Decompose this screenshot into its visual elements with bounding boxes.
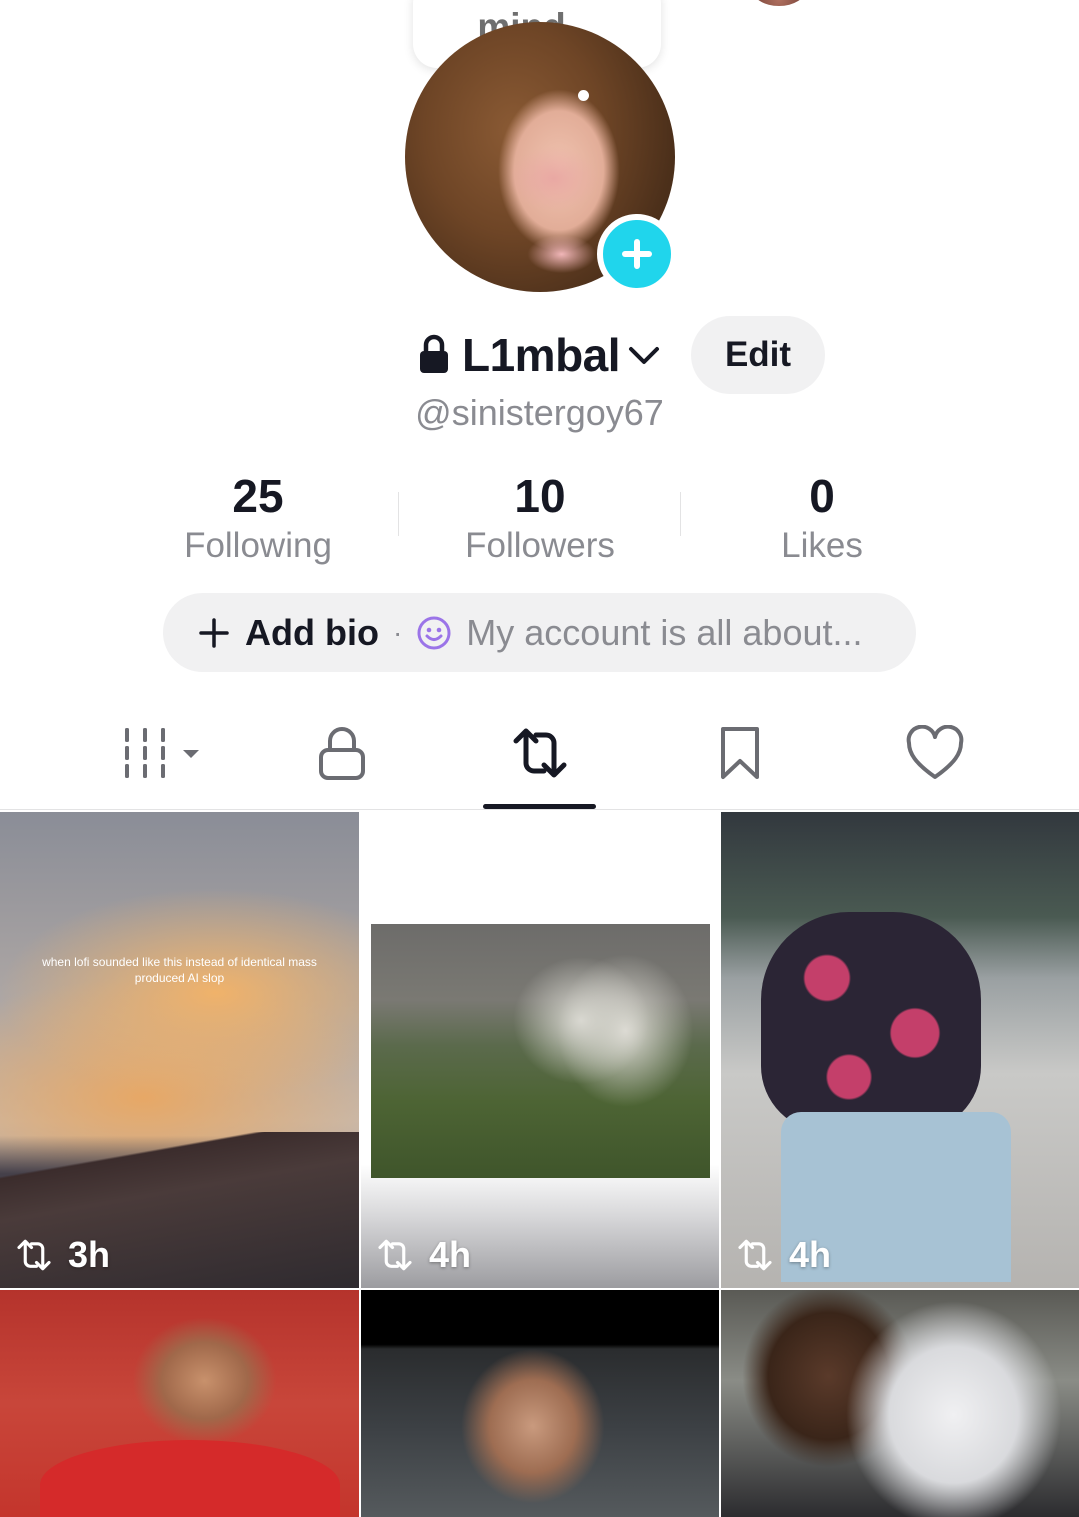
repost-meta: 3h: [14, 1234, 110, 1276]
repost-icon: [378, 1239, 412, 1271]
display-name: L1mbal: [462, 329, 621, 381]
tab-reposts[interactable]: [500, 722, 580, 784]
repost-icon: [738, 1239, 772, 1271]
tab-liked[interactable]: [895, 722, 975, 784]
repost-time: 4h: [429, 1234, 472, 1275]
add-bio-label: Add bio: [245, 611, 379, 653]
video-tile[interactable]: [0, 1290, 359, 1517]
followers-label: Followers: [465, 526, 615, 565]
video-tile[interactable]: when lofi sounded like this instead of i…: [0, 812, 359, 1288]
thumbnail-caption: when lofi sounded like this instead of i…: [42, 955, 317, 985]
video-tile[interactable]: 4h: [361, 812, 719, 1288]
repost-icon: [17, 1239, 51, 1271]
video-tile[interactable]: [361, 1290, 719, 1517]
stat-divider: [680, 492, 681, 536]
smiley-icon: [417, 616, 451, 649]
likes-count: 0: [809, 470, 835, 522]
video-tile[interactable]: [721, 1290, 1079, 1517]
add-bio-button[interactable]: Add bio · My account is all about...: [163, 593, 916, 672]
plus-icon: [199, 617, 229, 648]
add-story-icon[interactable]: [597, 214, 677, 294]
repost-meta: 4h: [735, 1234, 831, 1276]
note-tail-dot: [578, 90, 589, 101]
tab-private[interactable]: [300, 722, 384, 784]
repost-time: 4h: [789, 1234, 832, 1275]
profile-name-row[interactable]: L1mbal: [418, 326, 662, 384]
followers-count: 10: [514, 470, 566, 522]
lock-icon: [319, 727, 365, 780]
stat-followers[interactable]: 10 Followers: [420, 470, 660, 568]
stat-following[interactable]: 25 Following: [138, 470, 378, 568]
likes-label: Likes: [781, 526, 863, 565]
heart-icon: [906, 725, 964, 779]
tab-videos[interactable]: [100, 722, 210, 784]
repost-icon: [513, 728, 567, 778]
bio-placeholder: My account is all about...: [466, 611, 863, 653]
edit-profile-button[interactable]: Edit: [691, 316, 825, 394]
repost-meta: 4h: [375, 1234, 471, 1276]
top-avatar-fragment[interactable]: [752, 0, 806, 6]
grid-icon: [125, 728, 199, 778]
separator-dot: ·: [392, 616, 403, 648]
thumbnail-figure: [40, 1440, 340, 1517]
private-lock-icon: [420, 334, 448, 373]
thumbnail-figure: [761, 912, 981, 1132]
stat-likes[interactable]: 0 Likes: [702, 470, 942, 568]
following-count: 25: [232, 470, 284, 522]
user-handle: @sinistergoy67: [415, 392, 664, 433]
video-tile[interactable]: 4h: [721, 812, 1079, 1288]
thumbnail-frame: [371, 924, 710, 1178]
repost-time: 3h: [68, 1234, 111, 1275]
stat-divider: [398, 492, 399, 536]
bookmark-icon: [721, 727, 759, 779]
chevron-down-icon[interactable]: [626, 337, 662, 373]
following-label: Following: [184, 526, 332, 565]
tab-favorites[interactable]: [700, 722, 780, 784]
tabs-divider: [0, 809, 1079, 810]
